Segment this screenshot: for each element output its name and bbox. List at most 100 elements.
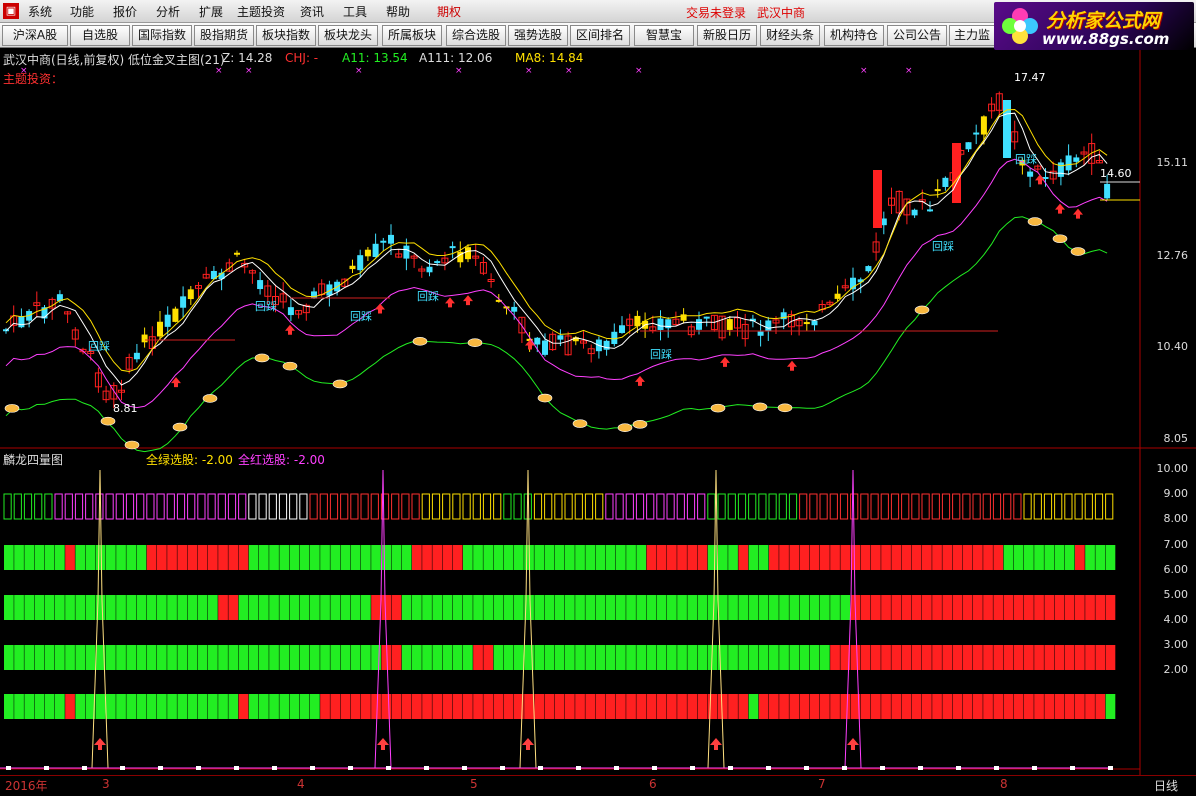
baseline-tick [6, 766, 11, 770]
quad-bar-row-4 [116, 645, 126, 670]
quad-bar-row-2 [881, 545, 891, 570]
sub-tick-3: 3.00 [1163, 638, 1189, 651]
stock-chart-canvas[interactable]: × × × × × × × × × ×回踩回踩回踩回踩回踩回踩回踩 [0, 0, 1196, 795]
quad-bar-row-2 [1064, 545, 1075, 570]
quad-bar-row-4 [177, 645, 188, 670]
quad-bar-row-4 [330, 645, 341, 670]
quad-bar-row-3 [748, 595, 759, 620]
quad-bar-row-4 [442, 645, 453, 670]
quad-bar-row-4 [820, 645, 830, 670]
quad-bar-row-1 [778, 493, 787, 520]
quad-bar-row-2 [677, 545, 687, 570]
quad-bar-row-1 [646, 493, 655, 520]
quad-bar-row-3 [1013, 595, 1024, 620]
quad-bar-row-2 [197, 545, 208, 570]
quad-bar-row-4 [534, 645, 545, 670]
quad-bar-row-4 [881, 645, 891, 670]
quad-bar-row-4 [350, 645, 361, 670]
quad-bar-row-5 [799, 694, 810, 719]
quad-bar-row-5 [126, 694, 137, 719]
low-price-marker: 8.81 [113, 402, 138, 415]
quad-bar-row-2 [116, 545, 126, 570]
quad-bar-row-3 [962, 595, 973, 620]
quad-bar-row-1 [605, 493, 614, 520]
quad-bar-row-4 [911, 645, 922, 670]
quad-bar-row-1 [329, 493, 339, 520]
quad-bar-row-5 [197, 694, 208, 719]
candle-body [811, 320, 818, 326]
candle-body [349, 265, 356, 270]
quad-bar-row-5 [65, 694, 75, 719]
baseline-tick [1108, 766, 1113, 770]
quad-bar-row-2 [167, 545, 177, 570]
up-arrow-icon [522, 738, 534, 750]
candle-body [157, 321, 163, 337]
quad-bar-row-3 [901, 595, 912, 620]
quad-bar-row-5 [840, 694, 851, 719]
quad-bar-row-2 [24, 545, 35, 570]
quad-bar-row-4 [809, 645, 820, 670]
quad-bar-row-1 [493, 493, 502, 520]
quad-bar-row-3 [820, 595, 830, 620]
quad-bar-row-2 [626, 545, 636, 570]
time-axis: 2016年 3 4 5 6 7 8 日线 [0, 775, 1196, 796]
quad-bar-row-4 [789, 645, 800, 670]
quad-bar-row-4 [830, 645, 840, 670]
price-tick-3: 10.40 [1156, 340, 1189, 353]
quad-bar-row-5 [605, 694, 616, 719]
diamond-signal-icon [752, 402, 768, 412]
quad-bar-row-4 [983, 645, 993, 670]
quad-bar-row-1 [697, 493, 706, 520]
quad-bar-row-3 [667, 595, 677, 620]
sub-tick-2: 2.00 [1163, 663, 1189, 676]
quad-bar-row-3 [126, 595, 137, 620]
quad-bar-row-1 [1094, 493, 1104, 520]
quad-bar-row-1 [350, 493, 359, 520]
quad-bar-row-2 [75, 545, 86, 570]
month-5: 5 [470, 777, 478, 791]
quad-bar-row-1 [360, 493, 369, 520]
quad-bar-row-5 [677, 694, 687, 719]
quad-bar-row-2 [371, 545, 381, 570]
quad-bar-row-1 [34, 493, 43, 520]
sub-tick-4: 4.00 [1163, 613, 1189, 626]
diamond-signal-icon [412, 337, 428, 346]
quad-bar-row-4 [14, 645, 24, 670]
quad-bar-row-4 [157, 645, 167, 670]
quad-bar-row-1 [278, 493, 288, 520]
quad-bar-row-2 [106, 545, 116, 570]
quad-bar-row-2 [14, 545, 24, 570]
quad-bar-row-5 [911, 694, 922, 719]
quad-bar-row-5 [1105, 694, 1116, 719]
quad-bar-row-2 [248, 545, 259, 570]
candle-body [980, 116, 987, 135]
quad-bar-row-1 [707, 493, 716, 520]
quad-bar-row-2 [350, 545, 361, 570]
quad-bar-row-3 [44, 595, 55, 620]
sub-tick-7: 7.00 [1163, 538, 1189, 551]
sub-tick-9: 9.00 [1163, 487, 1189, 500]
quad-bar-row-3 [4, 595, 14, 620]
candle-body [257, 280, 264, 290]
quad-bar-row-5 [503, 694, 514, 719]
baseline-tick [1070, 766, 1075, 770]
sub-tick-10: 10.00 [1156, 462, 1189, 475]
quad-bar-row-5 [544, 694, 555, 719]
quad-bar-row-1 [860, 493, 869, 520]
quad-bar-row-2 [95, 545, 106, 570]
up-arrow-icon [285, 324, 295, 335]
quad-bar-row-2 [554, 545, 565, 570]
quad-bar-row-4 [585, 645, 596, 670]
period-label[interactable]: 日线 [1154, 777, 1178, 794]
quad-bar-row-5 [860, 694, 871, 719]
quad-bar-row-3 [799, 595, 810, 620]
quad-bar-row-4 [748, 645, 759, 670]
quad-bar-row-5 [758, 694, 769, 719]
quad-bar-row-3 [1085, 595, 1095, 620]
quad-bar-row-3 [585, 595, 596, 620]
quad-bar-row-4 [85, 645, 96, 670]
quad-bar-row-1 [584, 493, 594, 520]
quad-bar-row-3 [993, 595, 1004, 620]
quad-bar-row-1 [105, 493, 114, 520]
baseline-tick [272, 766, 277, 770]
